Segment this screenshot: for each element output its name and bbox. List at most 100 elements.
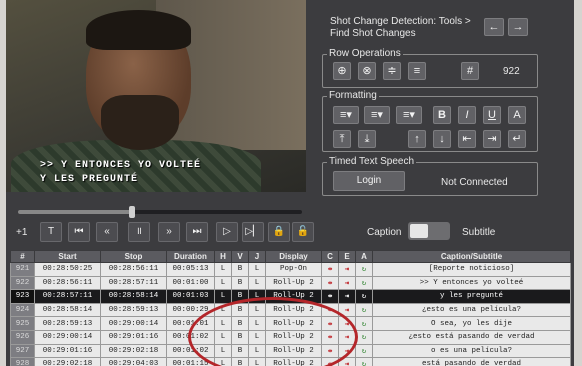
table-row[interactable]: 922 00:28:56:11 00:28:57:11 00:01:00 L B L Roll… <box>10 275 571 291</box>
column-header[interactable]: V <box>231 250 249 263</box>
table-cell[interactable]: L <box>248 316 266 331</box>
refresh-icon[interactable]: ↻ <box>355 343 373 359</box>
table-cell[interactable]: L <box>248 329 266 345</box>
row-number-cell[interactable]: 928 <box>10 357 35 366</box>
table-cell[interactable]: B <box>231 275 249 291</box>
table-cell[interactable]: B <box>231 289 249 304</box>
table-cell[interactable]: L <box>248 262 266 277</box>
table-cell[interactable]: 00:01:03 <box>166 289 215 304</box>
lock-start-button[interactable]: 🔒 <box>268 222 290 242</box>
bold-button[interactable]: B <box>433 106 451 124</box>
table-cell[interactable]: 00:29:01:16 <box>100 329 167 345</box>
underline-button[interactable]: U <box>483 106 501 124</box>
table-cell[interactable]: L <box>214 357 232 366</box>
table-cell[interactable]: L <box>214 316 232 331</box>
insert-row-button[interactable]: ⊕ <box>333 62 351 80</box>
erase-icon[interactable]: ⇥ <box>338 302 356 318</box>
table-cell[interactable]: 00:01:02 <box>166 343 215 359</box>
refresh-icon[interactable]: ↻ <box>355 357 373 366</box>
goto-row-button[interactable]: # <box>461 62 479 80</box>
erase-icon[interactable]: ⇥ <box>338 289 356 304</box>
seek-bar[interactable] <box>18 206 302 218</box>
erase-icon[interactable]: ⇥ <box>338 316 356 331</box>
delete-row-button[interactable]: ⊗ <box>358 62 376 80</box>
caption-subtitle-toggle[interactable] <box>408 222 450 240</box>
caption-text-cell[interactable]: o es una película? <box>372 343 571 359</box>
table-cell[interactable]: L <box>248 302 266 318</box>
play-next-button[interactable]: ▷▏ <box>242 222 264 242</box>
table-cell[interactable]: Roll-Up 2 <box>265 357 322 366</box>
caption-icon[interactable]: ⇹ <box>321 343 339 359</box>
caption-icon[interactable]: ⇹ <box>321 302 339 318</box>
table-cell[interactable]: 00:28:59:13 <box>34 316 101 331</box>
erase-icon[interactable]: ⇥ <box>338 262 356 277</box>
table-cell[interactable]: 00:29:02:18 <box>100 343 167 359</box>
table-cell[interactable]: 00:00:29 <box>166 302 215 318</box>
table-cell[interactable]: Roll-Up 2 <box>265 275 322 291</box>
table-cell[interactable]: B <box>231 329 249 345</box>
caption-text-cell[interactable]: >> Y entonces yo volteé <box>372 275 571 291</box>
align-right-dropdown[interactable]: ≡▾ <box>396 106 422 124</box>
row-number-cell[interactable]: 921 <box>10 262 35 277</box>
caption-text-cell[interactable]: O sea, yo les dije <box>372 316 571 331</box>
row-number-cell[interactable]: 925 <box>10 316 35 331</box>
table-cell[interactable]: B <box>231 343 249 359</box>
refresh-icon[interactable]: ↻ <box>355 289 373 304</box>
column-header[interactable]: C <box>321 250 339 263</box>
table-cell[interactable]: 00:29:04:03 <box>100 357 167 366</box>
move-up-button[interactable]: ↑ <box>408 130 426 148</box>
caption-text-cell[interactable]: ¿esto está pasando de verdad <box>372 329 571 345</box>
go-start-button[interactable]: ⏮ <box>68 222 90 242</box>
table-cell[interactable]: B <box>231 316 249 331</box>
seek-handle[interactable] <box>128 206 135 218</box>
table-row[interactable]: 925 00:28:59:13 00:29:00:14 00:01:01 L B L Roll… <box>10 316 571 331</box>
row-number-cell[interactable]: 922 <box>10 275 35 291</box>
lock-stop-button[interactable]: 🔓 <box>292 222 314 242</box>
table-row[interactable]: 921 00:28:50:25 00:28:56:11 00:05:13 L B L Pop-… <box>10 262 571 277</box>
table-cell[interactable]: L <box>248 275 266 291</box>
table-cell[interactable]: L <box>214 343 232 359</box>
column-header[interactable]: Stop <box>100 250 167 263</box>
column-header[interactable]: A <box>355 250 373 263</box>
table-cell[interactable]: 00:28:57:11 <box>100 275 167 291</box>
table-cell[interactable]: 00:28:56:11 <box>100 262 167 277</box>
indent-left-button[interactable]: ⇤ <box>458 130 476 148</box>
table-cell[interactable]: 00:01:01 <box>166 316 215 331</box>
caption-icon[interactable]: ⇹ <box>321 357 339 366</box>
pause-button[interactable]: ॥ <box>128 222 150 242</box>
italic-button[interactable]: I <box>458 106 476 124</box>
column-header[interactable]: # <box>10 250 35 263</box>
table-cell[interactable]: L <box>214 289 232 304</box>
erase-icon[interactable]: ⇥ <box>338 357 356 366</box>
refresh-icon[interactable]: ↻ <box>355 329 373 345</box>
table-cell[interactable]: B <box>231 357 249 366</box>
table-row[interactable]: 928 00:29:02:18 00:29:04:03 00:01:15 L B L Roll… <box>10 357 571 366</box>
merge-row-button[interactable]: ≡ <box>408 62 426 80</box>
mark-in-button[interactable]: T <box>40 222 62 242</box>
table-cell[interactable]: 00:01:02 <box>166 329 215 345</box>
table-cell[interactable]: L <box>214 329 232 345</box>
table-cell[interactable]: Roll-Up 2 <box>265 329 322 345</box>
table-cell[interactable]: L <box>248 289 266 304</box>
table-row[interactable]: 926 00:29:00:14 00:29:01:16 00:01:02 L B L Roll… <box>10 329 571 345</box>
refresh-icon[interactable]: ↻ <box>355 316 373 331</box>
column-header[interactable]: H <box>214 250 232 263</box>
refresh-icon[interactable]: ↻ <box>355 302 373 318</box>
caption-text-cell[interactable]: está pasando de verdad <box>372 357 571 366</box>
erase-icon[interactable]: ⇥ <box>338 275 356 291</box>
prev-shot-button[interactable]: ← <box>484 18 504 36</box>
table-cell[interactable]: 00:28:50:25 <box>34 262 101 277</box>
fast-forward-button[interactable]: » <box>158 222 180 242</box>
play-segment-button[interactable]: ▷ <box>216 222 238 242</box>
table-cell[interactable]: 00:05:13 <box>166 262 215 277</box>
top-align-button[interactable]: ⤒ <box>333 130 351 148</box>
rewind-button[interactable]: « <box>96 222 118 242</box>
line-break-button[interactable]: ↵ <box>508 130 526 148</box>
table-cell[interactable]: Roll-Up 2 <box>265 316 322 331</box>
table-cell[interactable]: Pop-On <box>265 262 322 277</box>
table-cell[interactable]: Roll-Up 2 <box>265 343 322 359</box>
go-end-button[interactable]: ⏭ <box>186 222 208 242</box>
caption-text-cell[interactable]: ¿esto es una película? <box>372 302 571 318</box>
table-row[interactable]: 927 00:29:01:16 00:29:02:18 00:01:02 L B L Roll… <box>10 343 571 359</box>
column-header[interactable]: Caption/Subtitle <box>372 250 571 263</box>
